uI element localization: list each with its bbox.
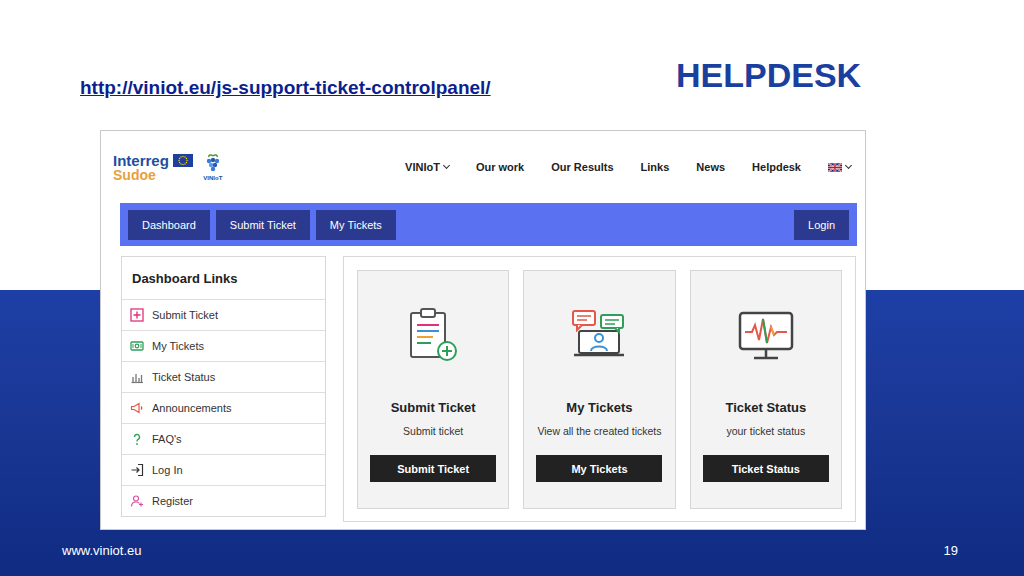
nav-label: Helpdesk <box>752 161 801 173</box>
eu-flag-icon <box>173 154 193 167</box>
clipboard-add-icon <box>403 305 463 365</box>
megaphone-icon <box>130 401 144 415</box>
slide-footer: www.viniot.eu 19 <box>0 530 1024 576</box>
page-number: 19 <box>944 543 958 558</box>
slide: http://viniot.eu/js-support-ticket-contr… <box>0 0 1024 576</box>
sidebar-item[interactable]: My Tickets <box>122 330 325 361</box>
status-monitor-icon <box>736 305 796 365</box>
nav-item[interactable]: Our work <box>476 161 524 173</box>
sidebar-label: FAQ's <box>152 433 182 445</box>
language-selector[interactable] <box>828 163 851 172</box>
footer-url: www.viniot.eu <box>62 543 141 558</box>
chevron-icon <box>443 162 450 169</box>
chat-support-icon <box>569 305 629 365</box>
dashboard-card: Ticket Status your ticket status Ticket St… <box>690 270 842 509</box>
slide-header: http://viniot.eu/js-support-ticket-contr… <box>0 0 1024 130</box>
login-button[interactable]: Login <box>794 210 849 240</box>
add-user-icon <box>130 494 144 508</box>
nav-label: VINIoT <box>405 161 440 173</box>
card-description: Submit ticket <box>403 425 463 437</box>
sidebar-title: Dashboard Links <box>122 257 325 299</box>
sidebar-label: Announcements <box>152 402 232 414</box>
program-name: Sudoe <box>113 168 156 182</box>
nav-label: Links <box>641 161 670 173</box>
card-description: View all the created tickets <box>537 425 661 437</box>
website-screenshot: InterregSudoe VINIoT VINIoT Our work Our Re… <box>100 130 866 530</box>
sidebar-item[interactable]: Register <box>122 485 325 516</box>
question-icon <box>130 432 144 446</box>
toolbar: DashboardSubmit TicketMy Tickets Login <box>120 203 857 246</box>
nav-label: Our work <box>476 161 524 173</box>
nav-item[interactable]: Our Results <box>551 161 613 173</box>
sidebar-label: My Tickets <box>152 340 204 352</box>
toolbar-button[interactable]: Submit Ticket <box>216 210 310 240</box>
project-logo: VINIoT <box>201 154 225 181</box>
sidebar-item[interactable]: Log In <box>122 454 325 485</box>
sidebar-label: Log In <box>152 464 183 476</box>
site-logo[interactable]: InterregSudoe VINIoT <box>113 153 225 182</box>
sidebar-item[interactable]: Announcements <box>122 392 325 423</box>
nav-label: News <box>696 161 725 173</box>
sidebar-item[interactable]: Submit Ticket <box>122 299 325 330</box>
card-button[interactable]: Ticket Status <box>703 455 829 482</box>
site-header: InterregSudoe VINIoT VINIoT Our work Our Re… <box>101 131 865 203</box>
nav-item[interactable]: Helpdesk <box>752 161 801 173</box>
uk-flag-icon <box>828 163 842 172</box>
toolbar-button[interactable]: Dashboard <box>128 210 210 240</box>
chevron-icon <box>845 162 852 169</box>
plus-icon <box>130 308 144 322</box>
dashboard-card: My Tickets View all the created tickets My… <box>523 270 675 509</box>
sidebar-item[interactable]: FAQ's <box>122 423 325 454</box>
chart-icon <box>130 370 144 384</box>
sidebar-label: Register <box>152 495 193 507</box>
toolbar-buttons: DashboardSubmit TicketMy Tickets <box>128 210 396 240</box>
sidebar-label: Submit Ticket <box>152 309 218 321</box>
toolbar-button[interactable]: My Tickets <box>316 210 396 240</box>
nav-item[interactable]: News <box>696 161 725 173</box>
card-title: My Tickets <box>566 400 632 415</box>
sidebar-item[interactable]: Ticket Status <box>122 361 325 392</box>
url-link[interactable]: http://viniot.eu/js-support-ticket-contr… <box>80 77 676 99</box>
card-description: your ticket status <box>726 425 805 437</box>
logo-row: Interreg <box>113 153 193 168</box>
nav-item[interactable]: VINIoT <box>405 161 449 173</box>
dashboard-card: Submit Ticket Submit ticket Submit Ticket <box>357 270 509 509</box>
grape-icon <box>201 154 225 174</box>
card-title: Ticket Status <box>725 400 806 415</box>
brand-name: Interreg <box>113 153 169 168</box>
toolbar-right: Login <box>794 210 849 240</box>
nav-item[interactable]: Links <box>641 161 670 173</box>
login-icon <box>130 463 144 477</box>
slide-title: HELPDESK <box>676 58 861 92</box>
ticket-icon <box>130 339 144 353</box>
logo-row: Sudoe <box>113 168 193 182</box>
project-name: VINIoT <box>203 175 222 181</box>
nav-label: Our Results <box>551 161 613 173</box>
card-area: Submit Ticket Submit ticket Submit Ticket M… <box>343 256 856 522</box>
main-nav: VINIoT Our work Our Results Links News Helpde… <box>405 161 851 173</box>
card-title: Submit Ticket <box>391 400 476 415</box>
card-button[interactable]: My Tickets <box>536 455 662 482</box>
sidebar-label: Ticket Status <box>152 371 215 383</box>
logo-words: InterregSudoe <box>113 153 193 182</box>
card-button[interactable]: Submit Ticket <box>370 455 496 482</box>
sidebar: Dashboard Links Submit Ticket My Tickets Ti… <box>121 256 326 517</box>
dashboard: Dashboard Links Submit Ticket My Tickets Ti… <box>121 256 856 522</box>
